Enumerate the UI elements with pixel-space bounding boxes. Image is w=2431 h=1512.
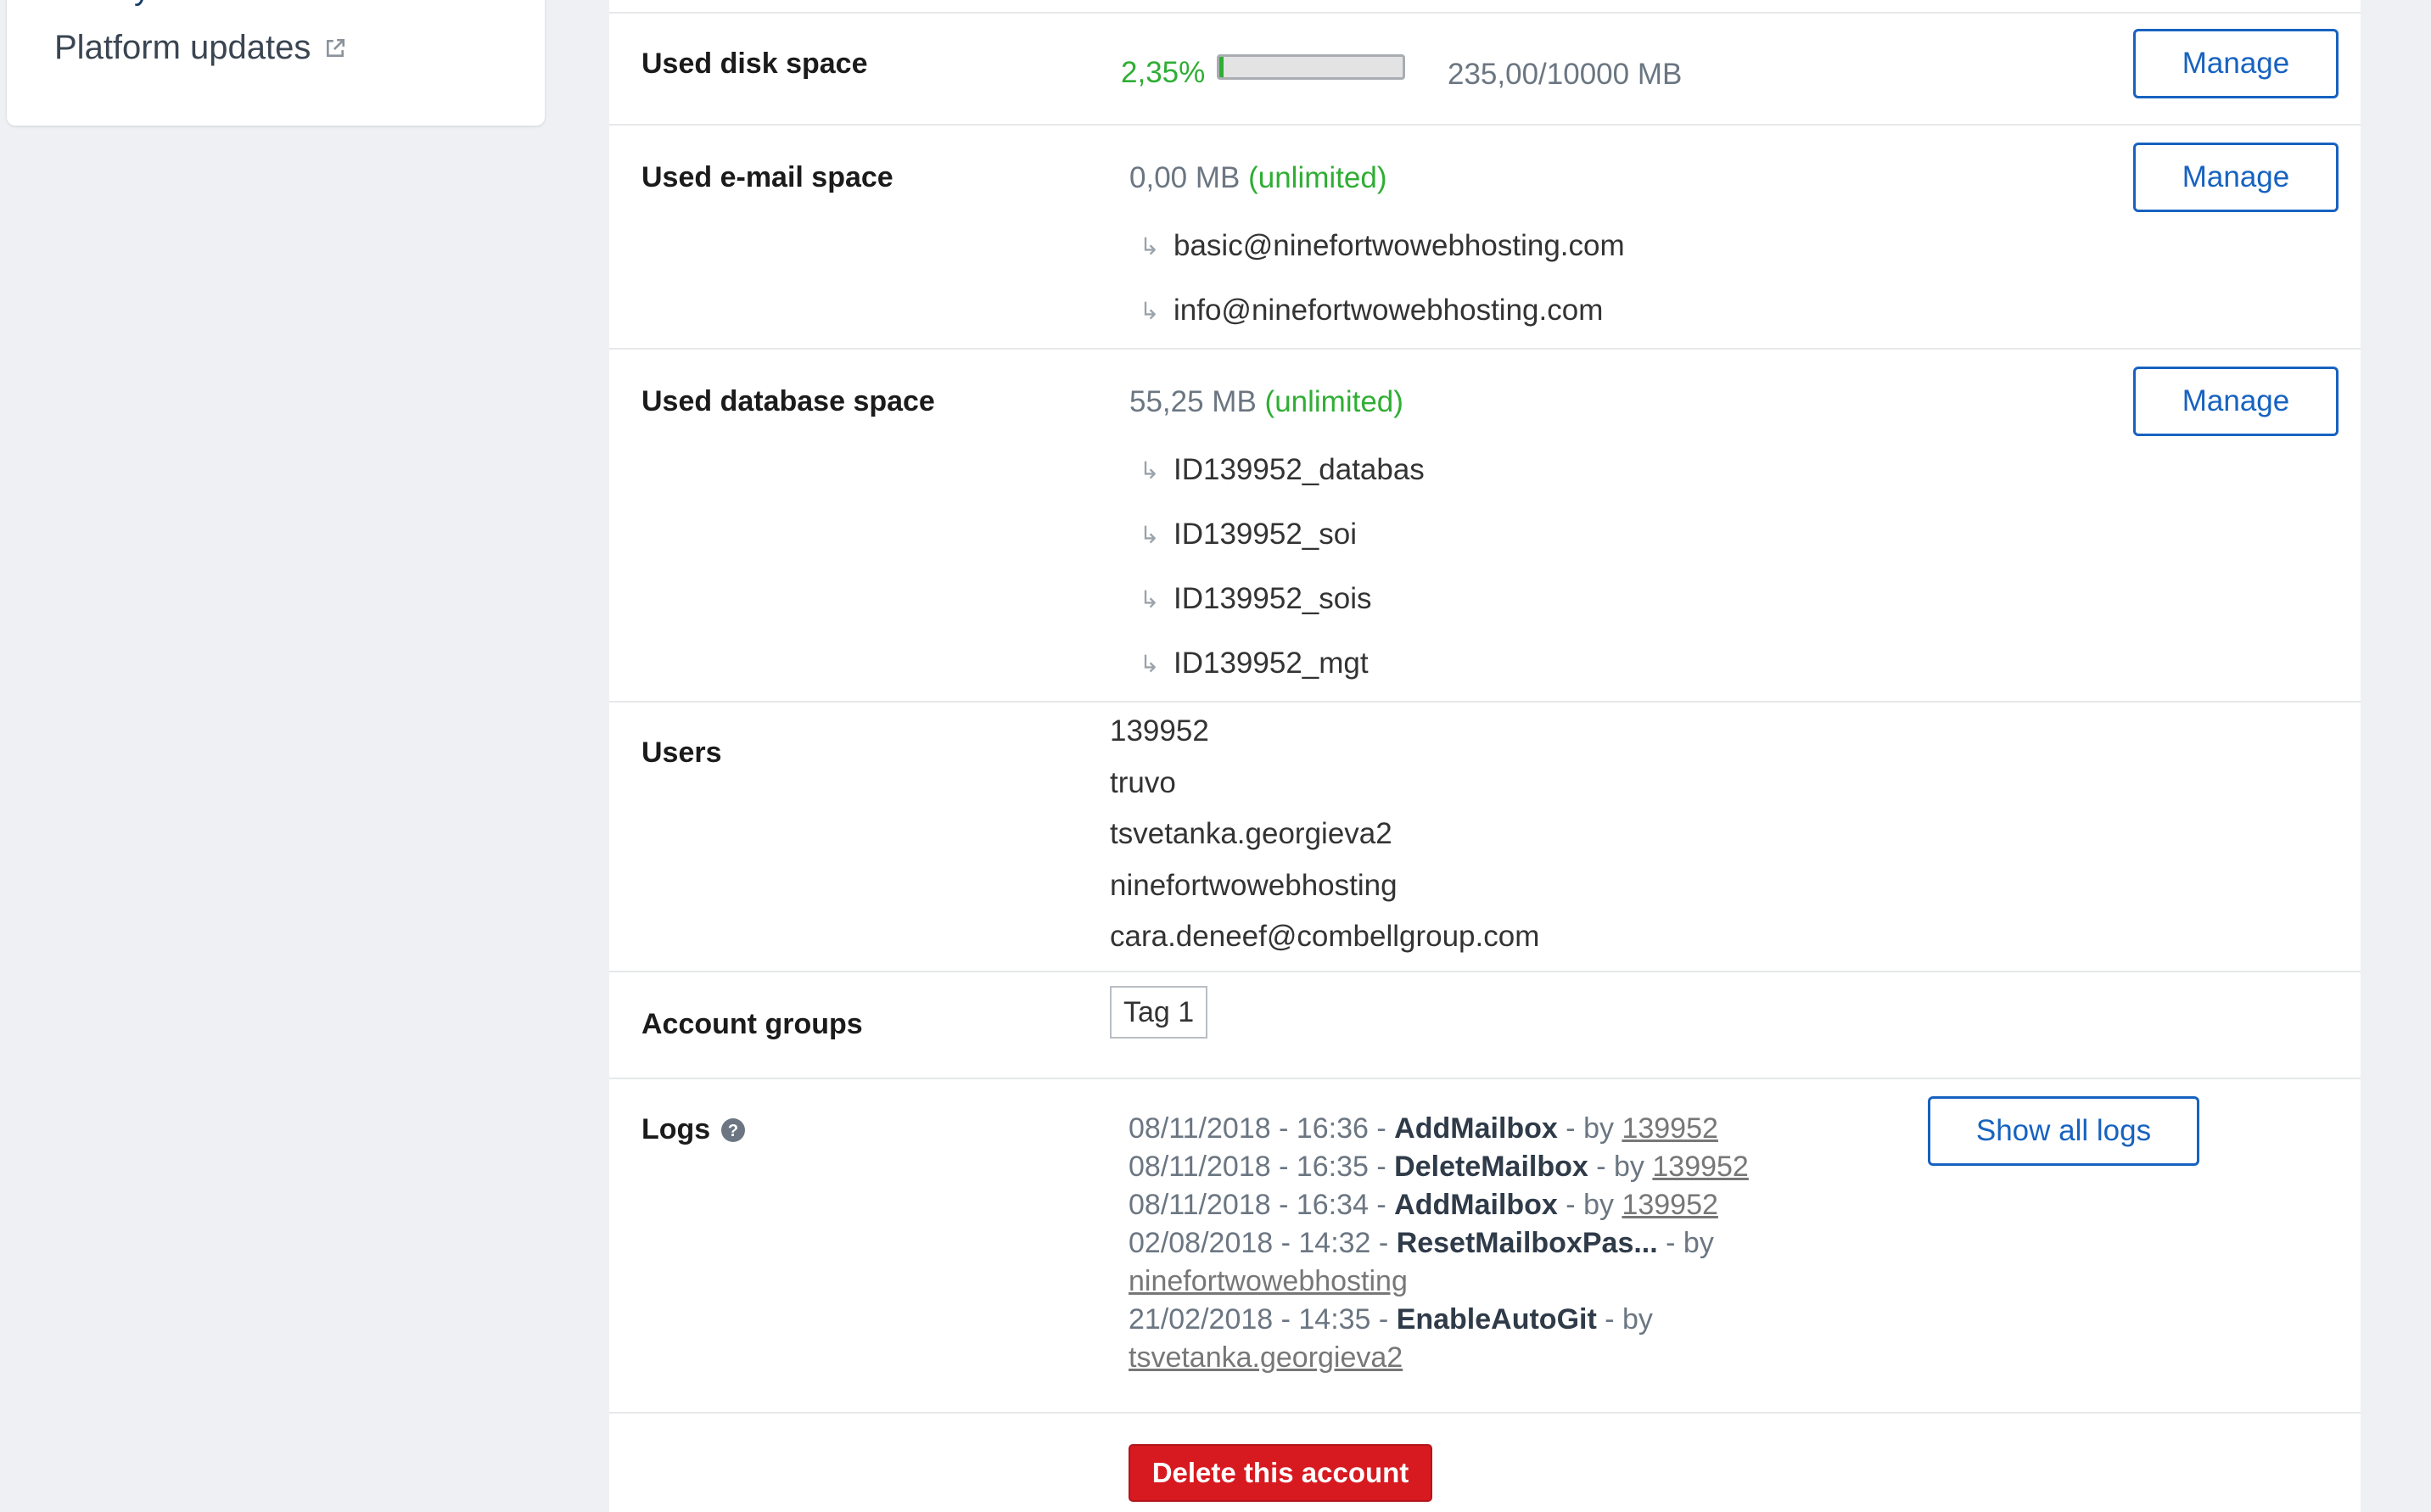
- database-item: ↳ ID139952_sois: [1140, 582, 1372, 616]
- log-time: 08/11/2018 - 16:36: [1129, 1112, 1369, 1145]
- row-logs: Logs ? 08/11/2018 - 16:36 - AddMailbox -…: [609, 1079, 2361, 1414]
- log-time: 21/02/2018 - 14:35: [1129, 1303, 1371, 1336]
- log-action: EnableAutoGit: [1396, 1303, 1597, 1336]
- account-group-tag[interactable]: Tag 1: [1110, 986, 1208, 1039]
- row-account-groups: Account groups Tag 1: [609, 972, 2361, 1079]
- disk-percent: 2,35%: [1121, 56, 1206, 89]
- svg-text:?: ?: [728, 1122, 738, 1140]
- sub-item-arrow-icon: ↳: [1140, 297, 1160, 324]
- email-usage: 0,00 MB (unlimited): [1129, 161, 1386, 195]
- logs-label: Logs: [641, 1113, 711, 1145]
- email-space-label: Used e-mail space: [641, 161, 893, 193]
- help-circle-icon[interactable]: ?: [720, 1117, 746, 1143]
- sidebar-item-label: Platform updates: [54, 29, 311, 66]
- log-action: AddMailbox: [1394, 1189, 1558, 1221]
- sub-item-arrow-icon: ↳: [1140, 585, 1160, 613]
- log-by: by: [1614, 1151, 1644, 1183]
- log-time: 02/08/2018 - 14:32: [1129, 1227, 1371, 1259]
- log-user-link[interactable]: 139952: [1622, 1189, 1717, 1221]
- database-name: ID139952_soi: [1173, 518, 1357, 551]
- database-item: ↳ ID139952_soi: [1140, 518, 1357, 552]
- log-action: DeleteMailbox: [1394, 1151, 1588, 1183]
- log-time: 08/11/2018 - 16:35: [1129, 1151, 1369, 1183]
- sidebar-item-partial[interactable]: y: [134, 0, 150, 8]
- mailbox-name: basic@ninefortwowebhosting.com: [1173, 229, 1625, 262]
- log-time: 08/11/2018 - 16:34: [1129, 1189, 1369, 1221]
- row-email-space: Used e-mail space 0,00 MB (unlimited) Ma…: [609, 126, 2361, 350]
- row-disk-space: Used disk space 2,35% 235,00/10000 MB Ma…: [609, 14, 2361, 126]
- disk-usage: 235,00/10000 MB: [1448, 58, 1683, 91]
- log-action: ResetMailboxPas...: [1396, 1227, 1658, 1259]
- manage-disk-button[interactable]: Manage: [2133, 29, 2339, 98]
- database-amount: 55,25 MB: [1129, 385, 1257, 418]
- row-users: Users 139952 truvo tsvetanka.georgieva2 …: [609, 703, 2361, 972]
- log-user-link[interactable]: tsvetanka.georgieva2: [1129, 1341, 1403, 1374]
- log-user-link[interactable]: 139952: [1652, 1151, 1748, 1183]
- user-item: ninefortwowebhosting: [1110, 869, 1398, 902]
- account-groups-label: Account groups: [641, 1008, 863, 1040]
- log-entry: 08/11/2018 - 16:36 - AddMailbox - by 139…: [1129, 1112, 1718, 1145]
- log-by: by: [1683, 1227, 1714, 1259]
- logs-label-wrap: Logs ?: [641, 1113, 746, 1146]
- sub-item-arrow-icon: ↳: [1140, 232, 1160, 260]
- sidebar-item-platform-updates[interactable]: Platform updates: [54, 29, 346, 67]
- mailbox-item: ↳ info@ninefortwowebhosting.com: [1140, 294, 1603, 328]
- disk-progress-bar: [1217, 54, 1405, 80]
- user-item: 139952: [1110, 714, 1209, 748]
- account-details-panel: Used disk space 2,35% 235,00/10000 MB Ma…: [609, 0, 2361, 1512]
- row-database-space: Used database space 55,25 MB (unlimited)…: [609, 350, 2361, 703]
- delete-account-button[interactable]: Delete this account: [1129, 1444, 1432, 1502]
- mailbox-item: ↳ basic@ninefortwowebhosting.com: [1140, 229, 1625, 263]
- database-name: ID139952_mgt: [1173, 647, 1369, 680]
- row-top-divider: [609, 0, 2361, 14]
- user-item: tsvetanka.georgieva2: [1110, 817, 1392, 850]
- manage-database-button[interactable]: Manage: [2133, 367, 2339, 436]
- log-by: by: [1622, 1303, 1653, 1336]
- disk-space-label: Used disk space: [641, 48, 868, 80]
- log-user-link[interactable]: 139952: [1622, 1112, 1717, 1145]
- log-by: by: [1583, 1189, 1614, 1221]
- log-action: AddMailbox: [1394, 1112, 1558, 1145]
- database-item: ↳ ID139952_mgt: [1140, 647, 1369, 680]
- disk-progress-fill: [1219, 57, 1224, 77]
- sub-item-arrow-icon: ↳: [1140, 521, 1160, 548]
- database-limit: (unlimited): [1264, 385, 1403, 418]
- log-entry: 08/11/2018 - 16:34 - AddMailbox - by 139…: [1129, 1189, 1718, 1221]
- database-item: ↳ ID139952_databas: [1140, 453, 1425, 487]
- database-name: ID139952_databas: [1173, 453, 1425, 486]
- users-label: Users: [641, 736, 722, 769]
- log-by: by: [1583, 1112, 1614, 1145]
- database-name: ID139952_sois: [1173, 582, 1372, 615]
- mailbox-name: info@ninefortwowebhosting.com: [1173, 294, 1604, 327]
- user-item: truvo: [1110, 766, 1176, 799]
- external-link-icon: [324, 37, 346, 59]
- email-limit: (unlimited): [1248, 161, 1387, 194]
- manage-email-button[interactable]: Manage: [2133, 143, 2339, 212]
- log-user-link[interactable]: ninefortwowebhosting: [1129, 1265, 1408, 1297]
- log-entry: 21/02/2018 - 14:35 - EnableAutoGit - by t…: [1129, 1303, 1653, 1374]
- show-all-logs-button[interactable]: Show all logs: [1928, 1096, 2199, 1166]
- database-space-label: Used database space: [641, 385, 935, 417]
- log-entry: 08/11/2018 - 16:35 - DeleteMailbox - by …: [1129, 1151, 1749, 1183]
- sub-item-arrow-icon: ↳: [1140, 456, 1160, 484]
- sub-item-arrow-icon: ↳: [1140, 650, 1160, 677]
- email-amount: 0,00 MB: [1129, 161, 1241, 194]
- user-item: cara.deneef@combellgroup.com: [1110, 920, 1540, 953]
- database-usage: 55,25 MB (unlimited): [1129, 385, 1403, 419]
- sidebar-card: y Platform updates: [7, 0, 545, 126]
- log-entry: 02/08/2018 - 14:32 - ResetMailboxPas... …: [1129, 1227, 1714, 1297]
